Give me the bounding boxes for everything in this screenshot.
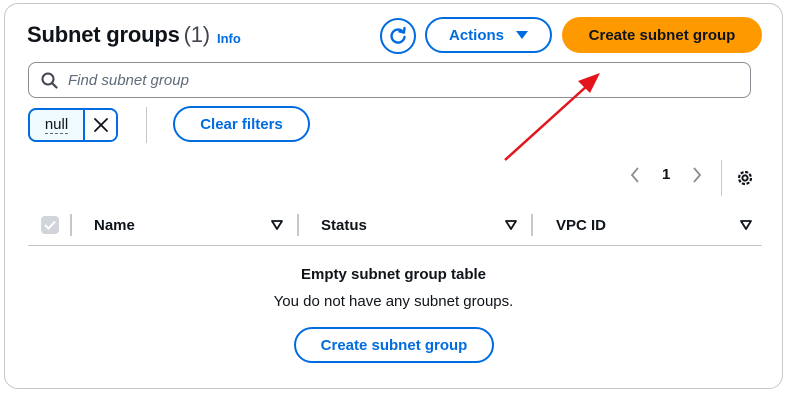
column-header-vpc-id[interactable]: VPC ID: [556, 217, 606, 234]
sort-icon[interactable]: [505, 220, 517, 230]
create-subnet-group-button[interactable]: Create subnet group: [562, 17, 762, 53]
filter-divider: [146, 107, 147, 143]
chevron-left-icon[interactable]: [630, 166, 640, 183]
column-separator: [531, 214, 533, 236]
preferences-button[interactable]: [735, 168, 755, 193]
search-icon: [41, 72, 58, 89]
column-separator: [70, 214, 72, 236]
clear-filters-button[interactable]: Clear filters: [173, 106, 310, 142]
sort-icon[interactable]: [271, 220, 283, 230]
column-header-name[interactable]: Name: [94, 217, 135, 234]
chevron-right-icon[interactable]: [692, 166, 702, 183]
caret-down-icon: [516, 30, 528, 39]
select-all-checkbox[interactable]: [41, 216, 59, 234]
empty-state-description: You do not have any subnet groups.: [273, 293, 514, 310]
page-number[interactable]: 1: [662, 166, 670, 183]
refresh-button[interactable]: [380, 18, 416, 54]
info-link[interactable]: Info: [217, 31, 241, 46]
title-count: (1): [183, 22, 210, 47]
table-header: Name Status VPC ID: [28, 206, 762, 246]
actions-label: Actions: [448, 26, 504, 44]
actions-button[interactable]: Actions: [425, 17, 552, 53]
search-input[interactable]: [68, 71, 668, 89]
remove-filter-button[interactable]: [83, 110, 116, 140]
gear-icon: [737, 170, 753, 186]
pagination: 1: [630, 166, 702, 183]
empty-state-title: Empty subnet group table: [300, 266, 486, 283]
title-text: Subnet groups: [27, 22, 180, 47]
close-icon: [93, 118, 108, 132]
column-header-status[interactable]: Status: [321, 217, 367, 234]
empty-create-subnet-group-button[interactable]: Create subnet group: [294, 327, 494, 363]
pagination-divider: [721, 160, 722, 196]
sort-icon[interactable]: [740, 220, 752, 230]
filter-token-label[interactable]: null: [30, 110, 83, 140]
page-title: Subnet groups (1): [27, 22, 210, 48]
filter-token: null: [28, 108, 118, 142]
search-field[interactable]: [28, 62, 751, 98]
refresh-icon: [390, 26, 406, 44]
column-separator: [297, 214, 299, 236]
checkbox-icon: [44, 220, 56, 230]
